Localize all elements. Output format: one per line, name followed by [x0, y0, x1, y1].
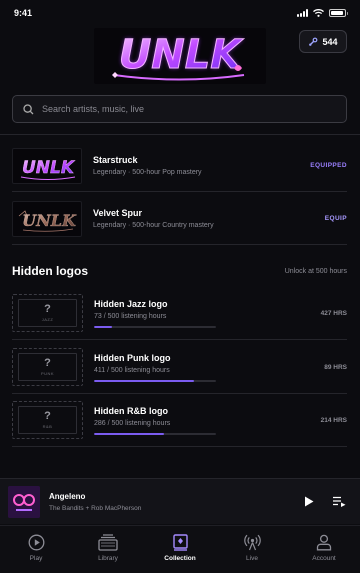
play-circle-icon — [28, 534, 44, 551]
hidden-logo-text: Hidden Jazz logo 73 / 500 listening hour… — [94, 299, 321, 328]
svg-text:UNLK: UNLK — [22, 211, 77, 230]
section-title-hidden-logos: Hidden logos — [12, 264, 88, 278]
tab-play[interactable]: Play — [0, 534, 72, 562]
hidden-logo-row-punk[interactable]: ? PUNK Hidden Punk logo 411 / 500 listen… — [12, 341, 347, 394]
hidden-logo-text: Hidden R&B logo 286 / 500 listening hour… — [94, 406, 321, 435]
hours-remaining: 214 HRS — [320, 416, 347, 424]
queue-icon — [332, 496, 345, 507]
tab-label: Live — [246, 555, 258, 562]
now-playing-info: Angeleno The Bandits + Rob MacPherson — [49, 492, 300, 512]
tab-label: Account — [312, 555, 336, 562]
hidden-logo-title: Hidden Punk logo — [94, 352, 171, 363]
progress-fill — [94, 379, 195, 382]
battery-icon — [329, 9, 348, 17]
status-bar: 9:41 — [0, 0, 360, 26]
logo-title: Starstruck — [93, 155, 138, 165]
search-icon — [23, 103, 34, 114]
question-mark-icon: ? — [44, 303, 51, 315]
question-mark-icon: ? — [44, 357, 51, 369]
logo-subtitle: Legendary · 500-hour Country mastery — [93, 222, 214, 229]
tab-live[interactable]: Live — [216, 534, 288, 562]
tab-label: Play — [29, 555, 43, 562]
tab-bar: Play Library Collection Live Account — [0, 525, 360, 573]
listening-hours: 73 / 500 listening hours — [94, 312, 167, 320]
logo-thumbnail-starstruck: UNLK — [12, 147, 82, 184]
hours-remaining: 427 HRS — [320, 309, 347, 317]
locked-logo-thumbnail: ? R&B — [12, 401, 83, 439]
logo-row-text: Velvet Spur Legendary · 500-hour Country… — [93, 208, 325, 229]
logo-row-velvet-spur[interactable]: UNLK Velvet Spur Legendary · 500-hour Co… — [12, 193, 347, 245]
tab-label: Library — [98, 555, 118, 562]
question-mark-icon: ? — [44, 410, 51, 422]
genre-label: R&B — [42, 424, 53, 429]
listening-hours: 411 / 500 listening hours — [94, 366, 170, 374]
progress-bar — [94, 432, 216, 435]
listening-hours: 286 / 500 listening hours — [94, 419, 171, 427]
equip-button[interactable]: EQUIP — [325, 215, 347, 222]
hidden-logo-title: Hidden R&B logo — [94, 405, 168, 416]
track-artist: The Bandits + Rob MacPherson — [49, 504, 142, 512]
equipped-badge: EQUIPPED — [310, 162, 347, 169]
progress-fill — [94, 432, 164, 435]
library-icon — [98, 534, 118, 551]
genre-label: PUNK — [40, 371, 55, 376]
wifi-icon — [313, 9, 324, 17]
progress-bar — [94, 325, 216, 328]
search-input[interactable] — [42, 104, 322, 114]
logo-thumbnail-velvet-spur: UNLK — [12, 200, 82, 237]
hidden-logo-title: Hidden Jazz logo — [94, 298, 168, 309]
logo-subtitle: Legendary · 500-hour Pop mastery — [93, 169, 202, 176]
coin-balance-button[interactable]: 544 — [299, 30, 347, 53]
mini-player[interactable]: Angeleno The Bandits + Rob MacPherson — [0, 478, 360, 524]
album-art — [8, 485, 40, 518]
svg-text:UNLK: UNLK — [119, 32, 244, 78]
collection-icon — [172, 534, 188, 551]
play-icon — [305, 496, 314, 507]
header: UNLK UNLK 544 — [0, 26, 360, 88]
play-button[interactable] — [300, 493, 318, 511]
broadcast-icon — [243, 534, 261, 551]
tab-label: Collection — [164, 555, 196, 562]
coin-count: 544 — [322, 36, 338, 47]
logo-title: Velvet Spur — [93, 208, 143, 218]
hidden-logo-row-rnb[interactable]: ? R&B Hidden R&B logo 286 / 500 listenin… — [12, 394, 347, 447]
logo-row-text: Starstruck Legendary · 500-hour Pop mast… — [93, 155, 310, 176]
tab-account[interactable]: Account — [288, 534, 360, 562]
section-hint: Unlock at 500 hours — [284, 268, 347, 275]
track-title: Angeleno — [49, 491, 86, 501]
queue-button[interactable] — [330, 493, 348, 511]
status-icons — [297, 9, 348, 17]
hours-remaining: 89 HRS — [324, 363, 347, 371]
svg-text:UNLK: UNLK — [22, 158, 76, 178]
progress-bar — [94, 379, 216, 382]
logo-row-starstruck[interactable]: UNLK Starstruck Legendary · 500-hour Pop… — [12, 140, 347, 192]
cellular-signal-icon — [297, 9, 308, 17]
tab-library[interactable]: Library — [72, 534, 144, 562]
status-time: 9:41 — [14, 8, 33, 18]
divider — [0, 134, 360, 135]
hidden-logo-row-jazz[interactable]: ? JAZZ Hidden Jazz logo 73 / 500 listeni… — [12, 287, 347, 340]
locked-logo-thumbnail: ? PUNK — [12, 348, 83, 386]
progress-fill — [94, 325, 112, 328]
app-logo: UNLK UNLK — [94, 28, 266, 84]
guitar-pick-icon — [309, 37, 318, 46]
genre-label: JAZZ — [41, 317, 54, 322]
hidden-logo-text: Hidden Punk logo 411 / 500 listening hou… — [94, 353, 324, 382]
tab-collection[interactable]: Collection — [144, 534, 216, 562]
locked-logo-thumbnail: ? JAZZ — [12, 294, 83, 332]
search-bar[interactable] — [12, 95, 347, 123]
person-icon — [316, 534, 332, 551]
